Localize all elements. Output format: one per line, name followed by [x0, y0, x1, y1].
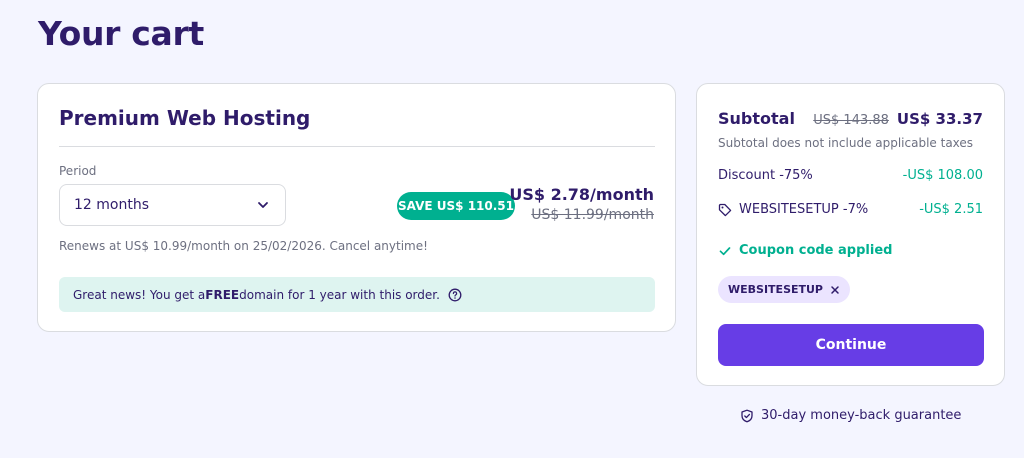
help-circle-icon[interactable]	[448, 288, 462, 302]
subtotal-prices: US$ 143.88 US$ 33.37	[813, 110, 983, 128]
coupon-label-group: WEBSITESETUP -7%	[718, 202, 868, 217]
price-per-month: US$ 2.78/month	[509, 185, 654, 204]
chevron-down-icon	[258, 202, 268, 208]
guarantee-text: 30-day money-back guarantee	[761, 408, 962, 423]
period-label: Period	[59, 164, 97, 178]
coupon-row: WEBSITESETUP -7% -US$ 2.51	[718, 202, 983, 217]
coupon-chip-label: WEBSITESETUP	[728, 283, 823, 296]
coupon-applied-text: Coupon code applied	[739, 243, 893, 258]
tax-note: Subtotal does not include applicable tax…	[718, 136, 974, 150]
promo-text-bold: FREE	[205, 287, 240, 302]
page-title: Your cart	[38, 14, 204, 53]
period-select[interactable]: 12 months	[59, 184, 286, 226]
subtotal-total: US$ 33.37	[896, 110, 983, 128]
discount-label: Discount -75%	[718, 168, 813, 183]
product-card: Premium Web Hosting Period 12 months SAV…	[37, 83, 676, 332]
promo-text-prefix: Great news! You get a	[73, 287, 206, 302]
tag-icon	[718, 203, 732, 216]
continue-button[interactable]: Continue	[718, 324, 984, 366]
product-title: Premium Web Hosting	[59, 106, 311, 130]
coupon-label: WEBSITESETUP -7%	[739, 202, 869, 217]
check-icon	[719, 246, 731, 255]
divider	[59, 146, 655, 147]
shield-check-icon	[741, 409, 753, 422]
subtotal-label: Subtotal	[718, 109, 795, 128]
period-value: 12 months	[74, 197, 149, 213]
order-summary-card: Subtotal US$ 143.88 US$ 33.37 Subtotal d…	[696, 83, 1005, 386]
discount-row: Discount -75% -US$ 108.00	[718, 168, 983, 183]
subtotal-original: US$ 143.88	[813, 113, 889, 128]
coupon-chip: WEBSITESETUP	[718, 276, 850, 303]
close-icon[interactable]	[830, 285, 840, 295]
promo-text-suffix: domain for 1 year with this order.	[239, 287, 440, 302]
discount-value: -US$ 108.00	[902, 168, 983, 183]
coupon-applied-status: Coupon code applied	[718, 243, 892, 258]
coupon-value: -US$ 2.51	[919, 202, 983, 217]
original-price: US$ 11.99/month	[531, 207, 654, 223]
save-badge: SAVE US$ 110.51	[397, 192, 515, 220]
money-back-guarantee: 30-day money-back guarantee	[740, 408, 961, 423]
renewal-note: Renews at US$ 10.99/month on 25/02/2026.…	[59, 239, 428, 253]
free-domain-banner: Great news! You get a FREE domain for 1 …	[59, 277, 655, 312]
